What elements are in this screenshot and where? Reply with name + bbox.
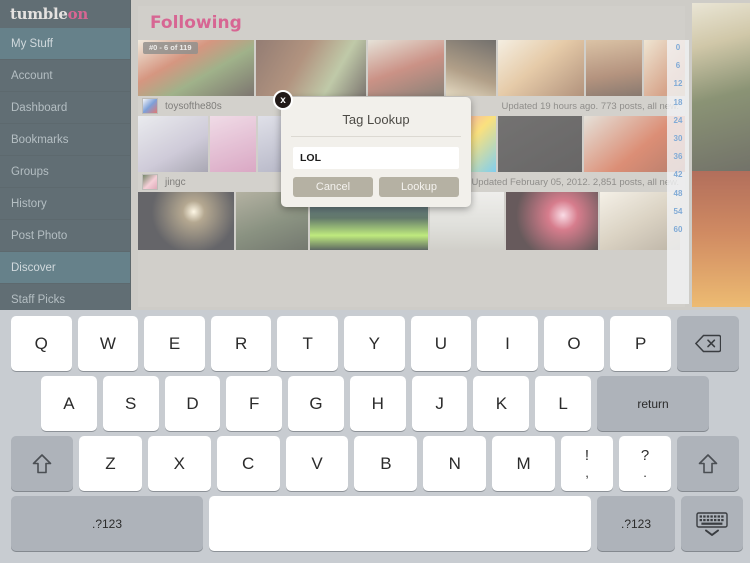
key-t[interactable]: T — [277, 316, 338, 371]
key-comma-label: , — [585, 465, 589, 480]
keyboard-row-2: A S D F G H J K L return — [4, 376, 746, 431]
key-d[interactable]: D — [164, 376, 221, 431]
return-key[interactable]: return — [597, 376, 710, 431]
close-label: x — [280, 94, 286, 106]
cancel-button[interactable]: Cancel — [293, 177, 373, 197]
key-m[interactable]: M — [492, 436, 556, 491]
shift-icon — [32, 453, 52, 473]
key-question-label: ? — [640, 447, 650, 464]
key-u[interactable]: U — [410, 316, 472, 371]
tag-input[interactable] — [293, 147, 459, 169]
key-q[interactable]: Q — [11, 316, 72, 371]
keyboard-row-3: Z X C V B N M ! , ? . — [4, 436, 746, 491]
key-r[interactable]: R — [210, 316, 272, 371]
key-exclamation-label: ! — [584, 447, 590, 464]
key-p[interactable]: P — [610, 316, 671, 371]
key-c[interactable]: C — [216, 436, 280, 491]
numeric-key-right[interactable]: .?123 — [597, 496, 675, 551]
onscreen-keyboard: Q W E R T Y U I O P A S D F G H J K L re… — [0, 310, 750, 563]
dialog-button-row: Cancel Lookup — [293, 177, 459, 197]
key-period-label: . — [643, 465, 647, 480]
key-o[interactable]: O — [543, 316, 605, 371]
shift-key-right[interactable] — [677, 436, 740, 491]
hide-keyboard-key[interactable] — [681, 496, 743, 551]
app-window: tumbleon My Stuff Account Dashboard Book… — [0, 0, 750, 310]
key-a[interactable]: A — [41, 376, 97, 431]
backspace-icon — [694, 334, 721, 353]
lookup-button[interactable]: Lookup — [379, 177, 459, 197]
keyboard-row-1: Q W E R T Y U I O P — [4, 316, 746, 371]
key-l[interactable]: L — [535, 376, 592, 431]
key-e[interactable]: E — [144, 316, 205, 371]
key-v[interactable]: V — [285, 436, 349, 491]
key-n[interactable]: N — [423, 436, 487, 491]
key-y[interactable]: Y — [343, 316, 405, 371]
backspace-key[interactable] — [676, 316, 739, 371]
key-w[interactable]: W — [77, 316, 139, 371]
key-k[interactable]: K — [473, 376, 530, 431]
shift-icon — [698, 453, 718, 473]
keyboard-row-4: .?123 .?123 — [4, 496, 746, 551]
key-s[interactable]: S — [102, 376, 159, 431]
shift-key-left[interactable] — [11, 436, 73, 491]
close-icon[interactable]: x — [273, 90, 293, 110]
key-b[interactable]: B — [354, 436, 418, 491]
key-i[interactable]: I — [477, 316, 538, 371]
dialog-title: Tag Lookup — [291, 97, 461, 137]
space-key[interactable] — [209, 496, 591, 551]
numeric-key-left[interactable]: .?123 — [11, 496, 203, 551]
key-h[interactable]: H — [349, 376, 406, 431]
hide-keyboard-icon — [696, 511, 728, 536]
key-exclamation-comma[interactable]: ! , — [561, 436, 614, 491]
key-j[interactable]: J — [411, 376, 468, 431]
key-g[interactable]: G — [288, 376, 344, 431]
key-z[interactable]: Z — [79, 436, 142, 491]
tag-lookup-dialog: Tag Lookup Cancel Lookup — [281, 97, 471, 207]
key-question-period[interactable]: ? . — [619, 436, 672, 491]
key-f[interactable]: F — [226, 376, 283, 431]
key-x[interactable]: X — [147, 436, 211, 491]
